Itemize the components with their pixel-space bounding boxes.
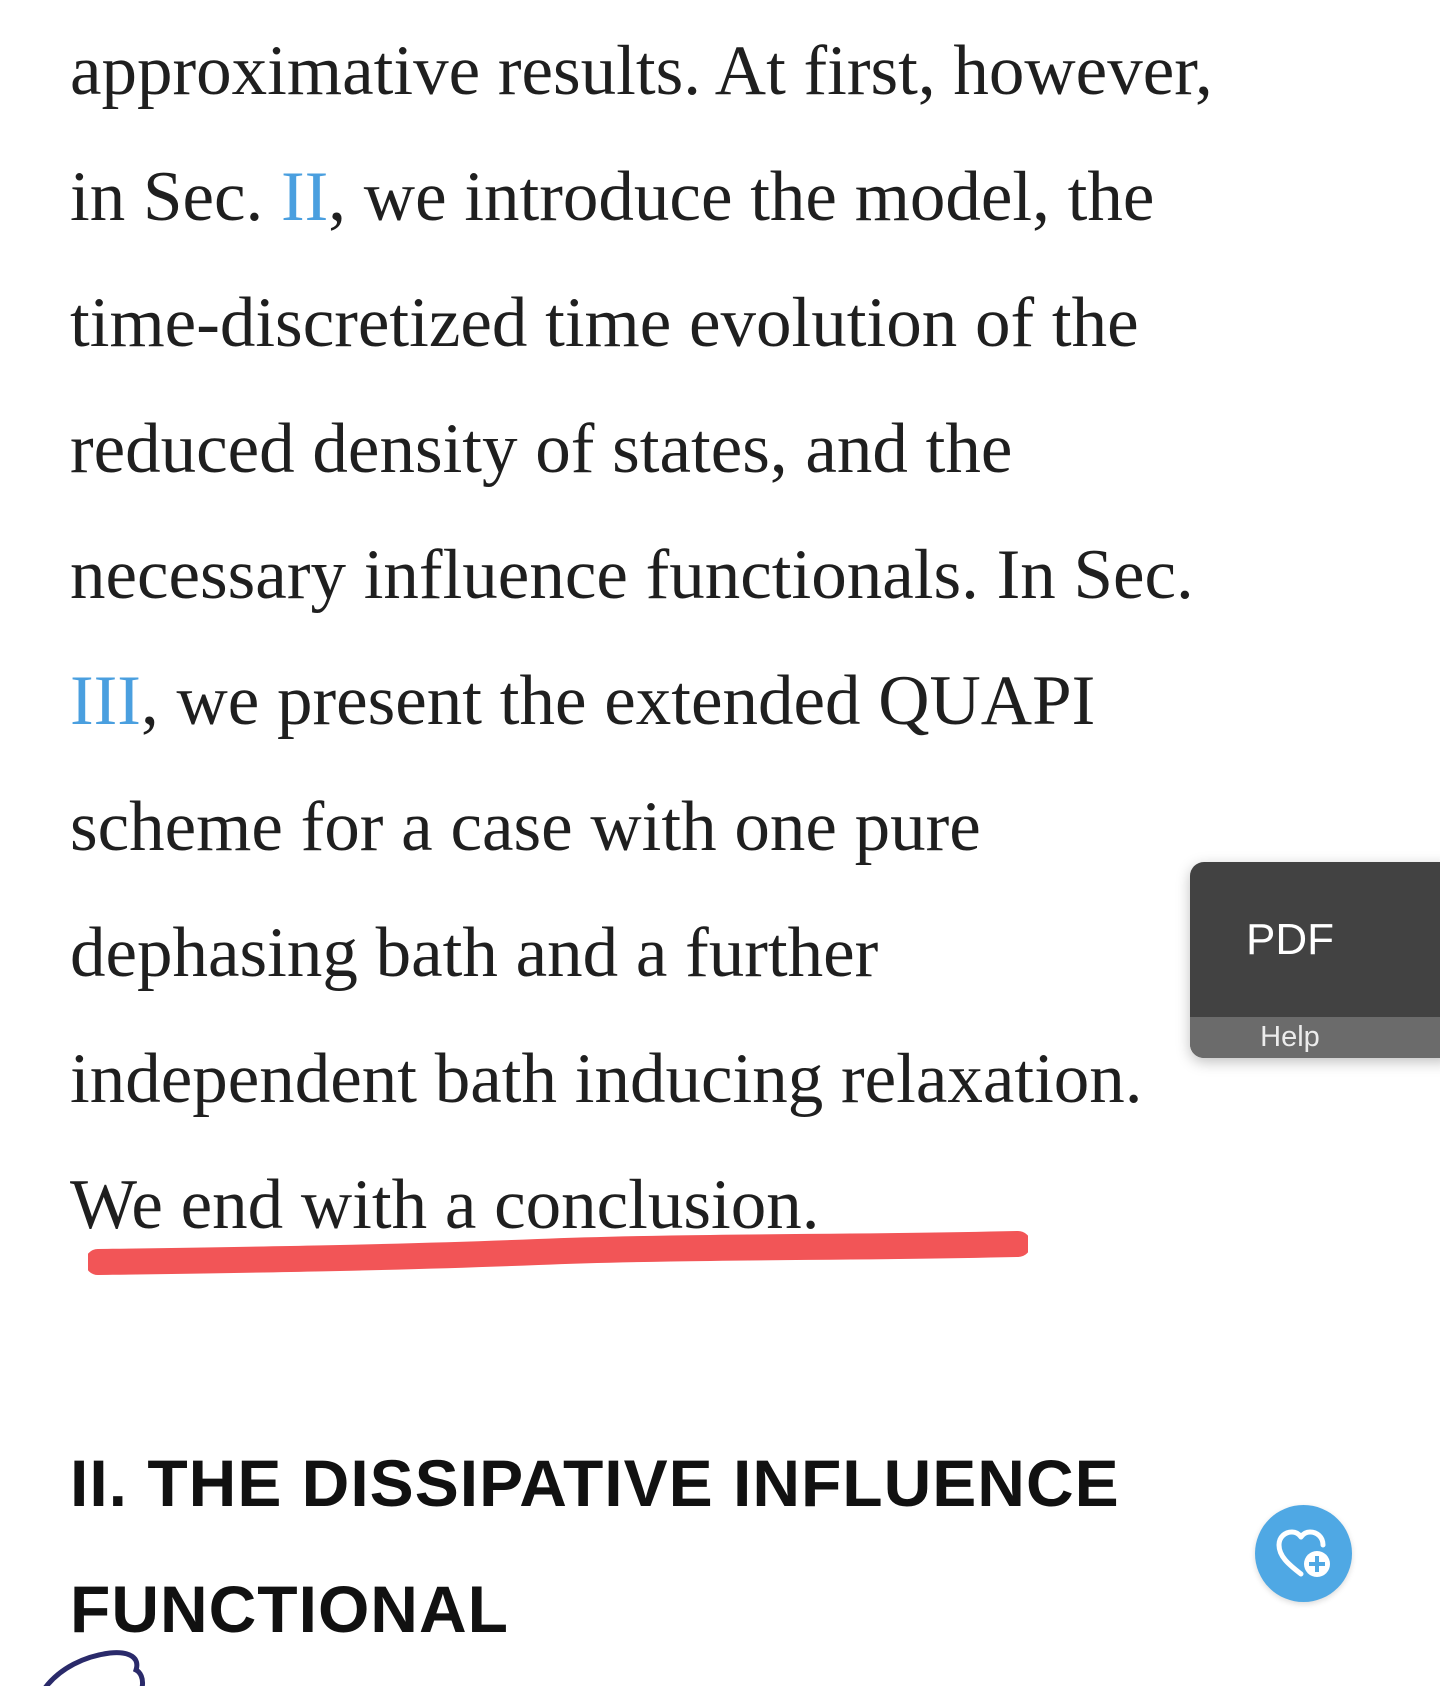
- paragraph-text: in Sec.: [70, 158, 281, 236]
- favorite-add-button[interactable]: [1255, 1505, 1352, 1602]
- paragraph-text: time-discretized time evolution of the: [70, 284, 1139, 362]
- paragraph-line: independent bath inducing relaxation.: [70, 1016, 1370, 1142]
- paragraph-text: , we introduce the model, the: [328, 158, 1155, 236]
- section-heading-line: II. THE DISSIPATIVE INFLUENCE: [70, 1446, 1120, 1520]
- pen-stroke-mark: [43, 1650, 145, 1686]
- paragraph-line: reduced density of states, and the: [70, 386, 1370, 512]
- highlight-underline-annotation: [88, 1231, 1028, 1275]
- article-paragraph: approximative results. At first, however…: [70, 0, 1370, 1268]
- paragraph-line: necessary influence functionals. In Sec.: [70, 512, 1370, 638]
- paragraph-line: time-discretized time evolution of the: [70, 260, 1370, 386]
- section-heading: II. THE DISSIPATIVE INFLUENCE FUNCTIONAL: [70, 1420, 1270, 1672]
- article-body: approximative results. At first, however…: [70, 0, 1370, 1268]
- paragraph-line: III, we present the extended QUAPI: [70, 638, 1370, 764]
- paragraph-line: approximative results. At first, however…: [70, 8, 1370, 134]
- pdf-button[interactable]: PDF: [1190, 862, 1440, 1017]
- paragraph-line: in Sec. II, we introduce the model, the: [70, 134, 1370, 260]
- heart-plus-icon: [1276, 1529, 1330, 1577]
- paragraph-text: necessary influence functionals. In Sec.: [70, 536, 1194, 614]
- section-heading-line: FUNCTIONAL: [70, 1572, 509, 1646]
- paragraph-text: scheme for a case with one pure: [70, 788, 981, 866]
- help-button[interactable]: Help: [1190, 1017, 1440, 1058]
- section-link-ii[interactable]: II: [281, 158, 328, 236]
- paragraph-text: approximative results. At first, however…: [70, 32, 1213, 110]
- paragraph-text: reduced density of states, and the: [70, 410, 1013, 488]
- paragraph-line: dephasing bath and a further: [70, 890, 1370, 1016]
- paragraph-text: , we present the extended QUAPI: [140, 662, 1096, 740]
- paragraph-text: dephasing bath and a further: [70, 914, 879, 992]
- pdf-widget: PDF Help: [1190, 862, 1440, 1058]
- paragraph-line: scheme for a case with one pure: [70, 764, 1370, 890]
- section-link-iii[interactable]: III: [70, 662, 141, 740]
- paragraph-text: independent bath inducing relaxation.: [70, 1040, 1143, 1118]
- reader-page: approximative results. At first, however…: [0, 0, 1440, 1686]
